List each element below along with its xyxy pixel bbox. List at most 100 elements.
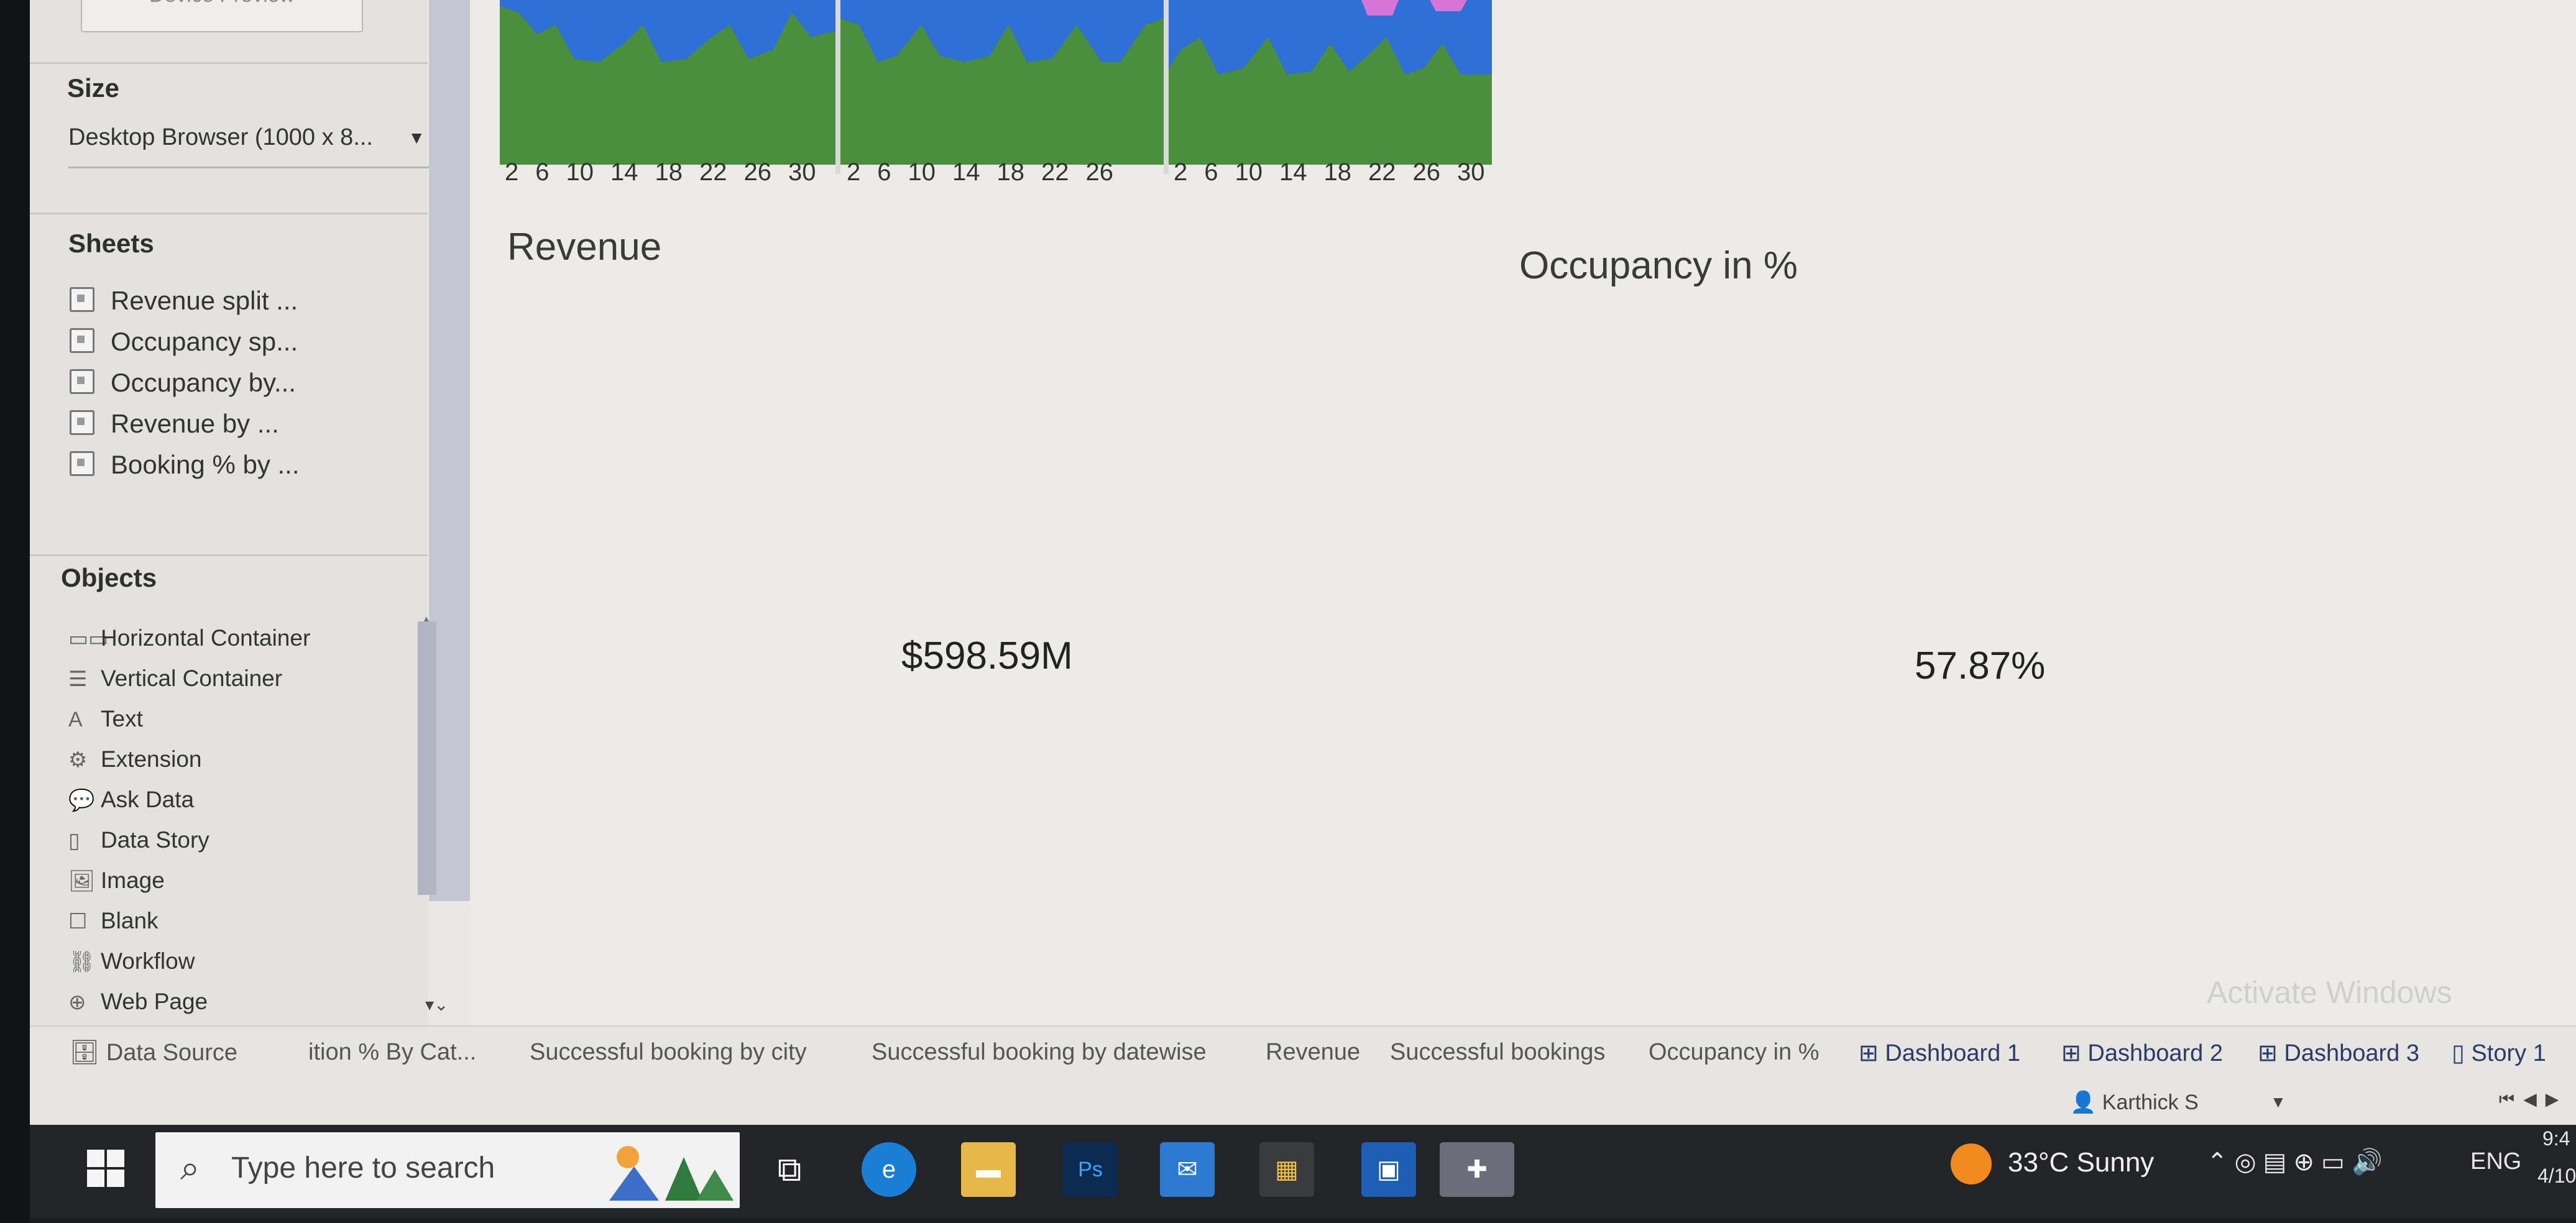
web-page-icon: ⊕ <box>68 991 86 1014</box>
user-account[interactable]: 👤 Karthick S <box>2070 1090 2199 1115</box>
task-view-icon[interactable]: ⧉ <box>762 1142 817 1197</box>
tab-sheet[interactable]: Successful booking by datewise <box>872 1039 1207 1066</box>
file-explorer-icon[interactable]: ▬ <box>961 1142 1016 1197</box>
tab-story[interactable]: ▯ Story 1 <box>2452 1039 2546 1067</box>
photoshop-icon[interactable]: Ps <box>1063 1142 1118 1197</box>
tab-dashboard[interactable]: ⊞ Dashboard 1 <box>1859 1039 2020 1067</box>
object-item-label: Extension <box>101 746 202 772</box>
tab-datasource[interactable]: 🗄 Data Source <box>70 1039 237 1066</box>
object-item[interactable]: ▭▭Horizontal Container <box>68 625 310 660</box>
x-axis-tick-label: 30 <box>1457 158 1485 186</box>
device-preview-button[interactable]: Device Preview <box>81 0 363 32</box>
x-axis-tick-label: 22 <box>1368 158 1396 186</box>
screen: Device Preview Size Desktop Browser (100… <box>0 0 2576 1125</box>
dropdown-arrow-icon: ▼ <box>408 128 425 147</box>
sheet-item[interactable]: Revenue split ... <box>70 286 298 323</box>
system-tray-icons[interactable]: ⌃ ◎ ▤ ⊕ ▭ 🔊 <box>2207 1147 2383 1176</box>
x-axis-tick-label: 10 <box>1235 158 1263 186</box>
tab-sheet[interactable]: Successful bookings <box>1390 1039 1605 1066</box>
revenue-kpi-value[interactable]: $598.59M <box>901 634 1073 678</box>
user-menu-caret-icon[interactable]: ▼ <box>2270 1092 2286 1112</box>
tab-navigation-icons[interactable]: ⏮◀▶ <box>2499 1089 2567 1110</box>
x-axis-labels-2: 2 6 10 14 18 22 26 <box>847 158 1130 196</box>
search-icon: ⌕ <box>180 1148 200 1187</box>
object-item[interactable]: 💬 Ask Data <box>68 787 194 822</box>
sheet-item[interactable]: Booking % by ... <box>70 450 300 487</box>
sheet-item-label: Occupancy sp... <box>111 327 298 356</box>
sheet-item[interactable]: Occupancy sp... <box>70 327 298 364</box>
store-icon[interactable]: ▦ <box>1259 1142 1314 1197</box>
tab-sheet[interactable]: Occupancy in % <box>1649 1039 1819 1066</box>
object-item[interactable]: ▯ Data Story <box>68 827 209 862</box>
panel-separator <box>835 0 840 174</box>
tab-label: Dashboard 2 <box>2087 1040 2223 1066</box>
object-item[interactable]: ⚙ Extension <box>68 746 202 781</box>
tab-sheet[interactable]: Revenue <box>1266 1039 1360 1066</box>
app-window-icon[interactable]: ▣ <box>1361 1142 1416 1197</box>
area-chart-panel-3[interactable] <box>1169 0 1492 165</box>
text-icon: A <box>68 708 83 731</box>
x-axis-tick-label: 18 <box>655 158 683 186</box>
panel-separator <box>1164 0 1169 174</box>
object-item[interactable]: ☰ Vertical Container <box>68 666 282 700</box>
sheet-item[interactable]: Revenue by ... <box>70 409 279 446</box>
tab-dashboard[interactable]: ⊞ Dashboard 2 <box>2061 1039 2223 1067</box>
mail-icon[interactable]: ✉ <box>1160 1142 1215 1197</box>
x-axis-tick-label: 30 <box>788 158 816 186</box>
size-dropdown-value: Desktop Browser (1000 x 8... <box>68 124 373 150</box>
sheet-item[interactable]: Occupancy by... <box>70 368 296 405</box>
x-axis-tick-label: 18 <box>1323 158 1352 186</box>
user-name-label: Karthick S <box>2102 1091 2199 1114</box>
object-item[interactable]: ⛓ Workflow <box>68 948 195 983</box>
scroll-down-icon[interactable]: ▾⌄ <box>425 994 449 1015</box>
objects-scrollbar[interactable] <box>418 621 436 895</box>
tab-label: Data Source <box>106 1040 238 1066</box>
tab-label: Occupancy in % <box>1649 1039 1819 1065</box>
x-axis-tick-label: 14 <box>1279 158 1307 186</box>
object-item[interactable]: A Text <box>68 706 143 741</box>
weather-text[interactable]: 33°C Sunny <box>2008 1147 2154 1178</box>
x-axis-tick-label: 2 <box>1174 158 1188 186</box>
dashboard-tab-icon: ⊞ <box>1859 1040 1885 1066</box>
dashboard-tab-icon: ⊞ <box>2061 1040 2088 1066</box>
occupancy-kpi-value[interactable]: 57.87% <box>1915 644 2045 688</box>
windows-start-icon[interactable] <box>87 1150 124 1187</box>
divider <box>30 62 428 64</box>
object-item[interactable]: ☐ Blank <box>68 908 159 943</box>
activate-windows-watermark: Activate Windows <box>2207 975 2452 1010</box>
area-chart-panel-1[interactable] <box>500 0 835 165</box>
size-dropdown[interactable]: Desktop Browser (1000 x 8... ▼ <box>68 124 429 168</box>
x-axis-tick-label: 2 <box>505 158 519 186</box>
search-highlight-art <box>609 1146 734 1201</box>
area-chart-3 <box>1169 0 1492 75</box>
language-indicator[interactable]: ENG <box>2470 1148 2521 1175</box>
object-item[interactable]: ⊕ Web Page <box>68 989 208 1024</box>
object-item-label: Web Page <box>101 989 208 1014</box>
tableau-icon[interactable]: ✚ <box>1440 1142 1514 1197</box>
workflow-icon: ⛓ <box>68 950 96 974</box>
edge-browser-icon[interactable]: e <box>862 1142 916 1197</box>
tab-label: Dashboard 3 <box>2284 1040 2419 1066</box>
object-item-label: Vertical Container <box>101 666 283 691</box>
sheet-icon <box>70 369 94 394</box>
clock-date[interactable]: 4/10 <box>2537 1165 2576 1188</box>
sheet-item-label: Booking % by ... <box>111 450 300 479</box>
tab-label: Revenue <box>1266 1039 1361 1065</box>
extension-icon: ⚙ <box>68 748 88 772</box>
search-placeholder: Type here to search <box>231 1152 495 1184</box>
sheet-icon <box>70 328 94 353</box>
clock-time[interactable]: 9:4 <box>2542 1127 2570 1150</box>
area-chart-panel-2[interactable] <box>840 0 1164 165</box>
dashboard-tab-icon: ⊞ <box>2258 1040 2284 1066</box>
object-item-label: Data Story <box>101 827 209 853</box>
tab-sheet[interactable]: ition % By Cat... <box>308 1039 476 1066</box>
ask-data-icon: 💬 <box>68 789 95 812</box>
tab-sheet[interactable]: Successful booking by city <box>530 1039 807 1066</box>
x-axis-tick-label: 14 <box>952 158 980 186</box>
screen-bezel <box>0 0 30 1223</box>
object-item[interactable]: 🖼 Image <box>68 868 165 902</box>
sheets-section-title: Sheets <box>68 229 154 258</box>
tab-dashboard[interactable]: ⊞ Dashboard 3 <box>2258 1039 2419 1067</box>
weather-sun-icon[interactable] <box>1951 1143 1992 1184</box>
image-icon: 🖼 <box>68 869 96 893</box>
